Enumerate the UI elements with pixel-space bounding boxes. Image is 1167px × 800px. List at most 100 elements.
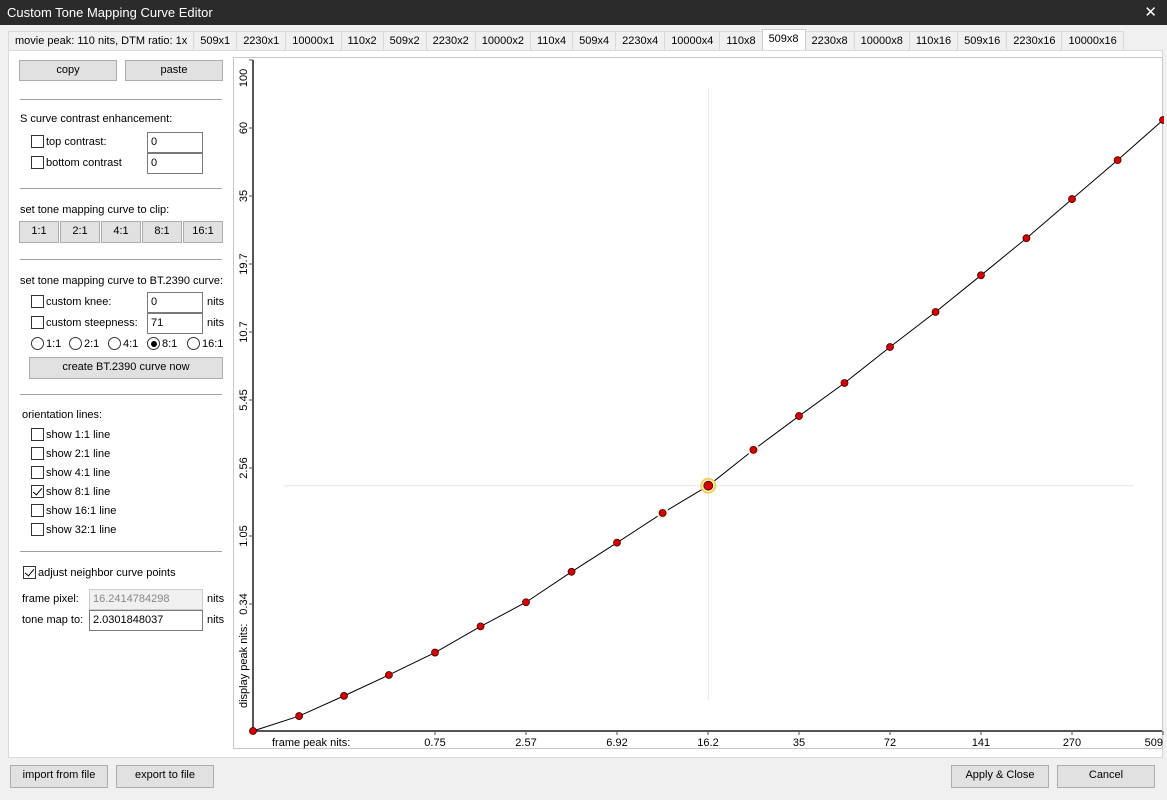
- orientation-checkbox[interactable]: [31, 504, 44, 517]
- import-button[interactable]: import from file: [10, 765, 108, 788]
- tab-10000x8[interactable]: 10000x8: [853, 31, 910, 51]
- y-tick-label: 100: [238, 69, 250, 87]
- tab-2230x16[interactable]: 2230x16: [1006, 31, 1063, 51]
- curve-plot[interactable]: 0.75 2.57 6.92 16.2 35 72 141 270 509 0.34 1.05 2.5…: [233, 57, 1167, 750]
- curve-point: [431, 648, 439, 657]
- curve-point: [795, 412, 803, 420]
- custom-knee-checkbox[interactable]: [31, 295, 44, 308]
- unit-label: nits: [207, 296, 225, 308]
- divider: [20, 259, 222, 260]
- curve-point: [249, 727, 257, 735]
- tab-10000x1[interactable]: 10000x1: [285, 31, 342, 51]
- x-tick-label: 6.92: [606, 737, 627, 749]
- tab-110x2[interactable]: 110x2: [340, 31, 384, 51]
- custom-steepness-checkbox[interactable]: [31, 316, 44, 329]
- curve-point: [840, 379, 849, 387]
- orientation-checkbox[interactable]: [31, 485, 44, 498]
- tab-509x1[interactable]: 509x1: [193, 31, 238, 51]
- clip-1-1-button[interactable]: 1:1: [19, 221, 59, 243]
- create-bt2390-button[interactable]: create BT.2390 curve now: [29, 357, 223, 379]
- orientation-label: show 16:1 line: [46, 505, 117, 517]
- curve-point: [1068, 195, 1076, 203]
- orientation-checkbox[interactable]: [31, 428, 44, 441]
- top-contrast-checkbox[interactable]: [31, 135, 44, 148]
- orientation-checkbox[interactable]: [31, 466, 44, 479]
- scurve-title: S curve contrast enhancement:: [20, 113, 173, 125]
- x-tick-label: 0.75: [424, 737, 445, 749]
- unit-label: nits: [207, 614, 225, 626]
- clip-8-1-button[interactable]: 8:1: [142, 221, 182, 243]
- tab-110x16[interactable]: 110x16: [908, 31, 959, 51]
- export-button[interactable]: export to file: [116, 765, 214, 788]
- ratio-16-1-radio[interactable]: [187, 337, 200, 350]
- tab-110x4[interactable]: 110x4: [529, 31, 574, 51]
- divider: [20, 551, 222, 552]
- custom-knee-input[interactable]: 0: [147, 292, 203, 313]
- curve-point: [658, 509, 667, 517]
- tab-2230x4[interactable]: 2230x4: [615, 31, 666, 51]
- ratio-label: 8:1: [162, 338, 178, 350]
- ratio-1-1-radio[interactable]: [31, 337, 44, 350]
- curve-point: [1022, 234, 1031, 243]
- orientation-checkbox[interactable]: [31, 523, 44, 536]
- y-tick-label: 0.34: [238, 593, 250, 614]
- curve-point: [1159, 116, 1167, 124]
- tab-2230x8[interactable]: 2230x8: [804, 31, 855, 51]
- y-tick-label: 2.56: [238, 457, 250, 478]
- orientation-label: show 2:1 line: [46, 448, 111, 460]
- tab-509x2[interactable]: 509x2: [382, 31, 427, 51]
- x-tick-label: 509: [1145, 737, 1163, 749]
- tab-10000x16[interactable]: 10000x16: [1061, 31, 1124, 51]
- curve-point: [476, 622, 485, 631]
- tab-2230x1[interactable]: 2230x1: [236, 31, 287, 51]
- adjust-neighbor-checkbox[interactable]: [23, 566, 36, 579]
- clip-2-1-button[interactable]: 2:1: [60, 221, 100, 243]
- orientation-label: show 4:1 line: [46, 467, 111, 479]
- tab-509x16[interactable]: 509x16: [957, 31, 1008, 51]
- x-tick-label: 141: [972, 737, 990, 749]
- copy-button[interactable]: copy: [19, 60, 117, 81]
- curve-chart[interactable]: 0.75 2.57 6.92 16.2 35 72 141 270 509 0.34 1.05 2.5…: [234, 58, 1167, 750]
- ratio-label: 4:1: [123, 338, 139, 350]
- paste-button[interactable]: paste: [125, 60, 223, 81]
- curve-point: [340, 691, 348, 700]
- cancel-button[interactable]: Cancel: [1057, 765, 1155, 788]
- tab-509x4[interactable]: 509x4: [572, 31, 617, 51]
- y-tick-label: 1.05: [238, 525, 250, 546]
- tab-10000x4[interactable]: 10000x4: [664, 31, 721, 51]
- tone-map-label: tone map to:: [22, 614, 84, 626]
- orientation-label: show 1:1 line: [46, 429, 111, 441]
- orientation-label: show 8:1 line: [46, 486, 111, 498]
- tab-110x8[interactable]: 110x8: [719, 31, 763, 51]
- unit-label: nits: [207, 593, 225, 605]
- clip-16-1-button[interactable]: 16:1: [183, 221, 223, 243]
- ratio-4-1-radio[interactable]: [108, 337, 121, 350]
- orientation-checkbox[interactable]: [31, 447, 44, 460]
- bottom-contrast-input[interactable]: 0: [147, 153, 203, 174]
- frame-pixel-label: frame pixel:: [22, 593, 79, 605]
- window-title: Custom Tone Mapping Curve Editor: [7, 5, 213, 20]
- y-tick-label: 35: [238, 190, 250, 202]
- custom-steepness-input[interactable]: 71: [147, 313, 203, 334]
- custom-steepness-label: custom steepness:: [46, 317, 138, 329]
- bt2390-title: set tone mapping curve to BT.2390 curve:: [20, 275, 224, 287]
- tab-2230x2[interactable]: 2230x2: [425, 31, 476, 51]
- title-bar: Custom Tone Mapping Curve Editor: [0, 0, 1167, 25]
- x-tick-label: 72: [884, 737, 896, 749]
- curve-point: [384, 671, 393, 679]
- tone-map-input[interactable]: 2.0301848037: [89, 610, 203, 631]
- top-contrast-input[interactable]: 0: [147, 132, 203, 153]
- clip-4-1-button[interactable]: 4:1: [101, 221, 141, 243]
- apply-close-button[interactable]: Apply & Close: [951, 765, 1049, 788]
- adjust-neighbor-label: adjust neighbor curve points: [38, 567, 176, 579]
- y-tick-label: 60: [238, 122, 250, 134]
- ratio-2-1-radio[interactable]: [69, 337, 82, 350]
- tab-movie-peak-110-nits-dtm-ratio-1x[interactable]: movie peak: 110 nits, DTM ratio: 1x: [8, 31, 195, 51]
- bottom-contrast-checkbox[interactable]: [31, 156, 44, 169]
- close-icon[interactable]: ✕: [1144, 0, 1157, 25]
- clip-title: set tone mapping curve to clip:: [20, 204, 170, 216]
- x-axis-label: frame peak nits:: [272, 737, 350, 749]
- ratio-8-1-radio[interactable]: [147, 337, 160, 350]
- tab-10000x2[interactable]: 10000x2: [474, 31, 531, 51]
- tab-509x8[interactable]: 509x8: [761, 29, 806, 51]
